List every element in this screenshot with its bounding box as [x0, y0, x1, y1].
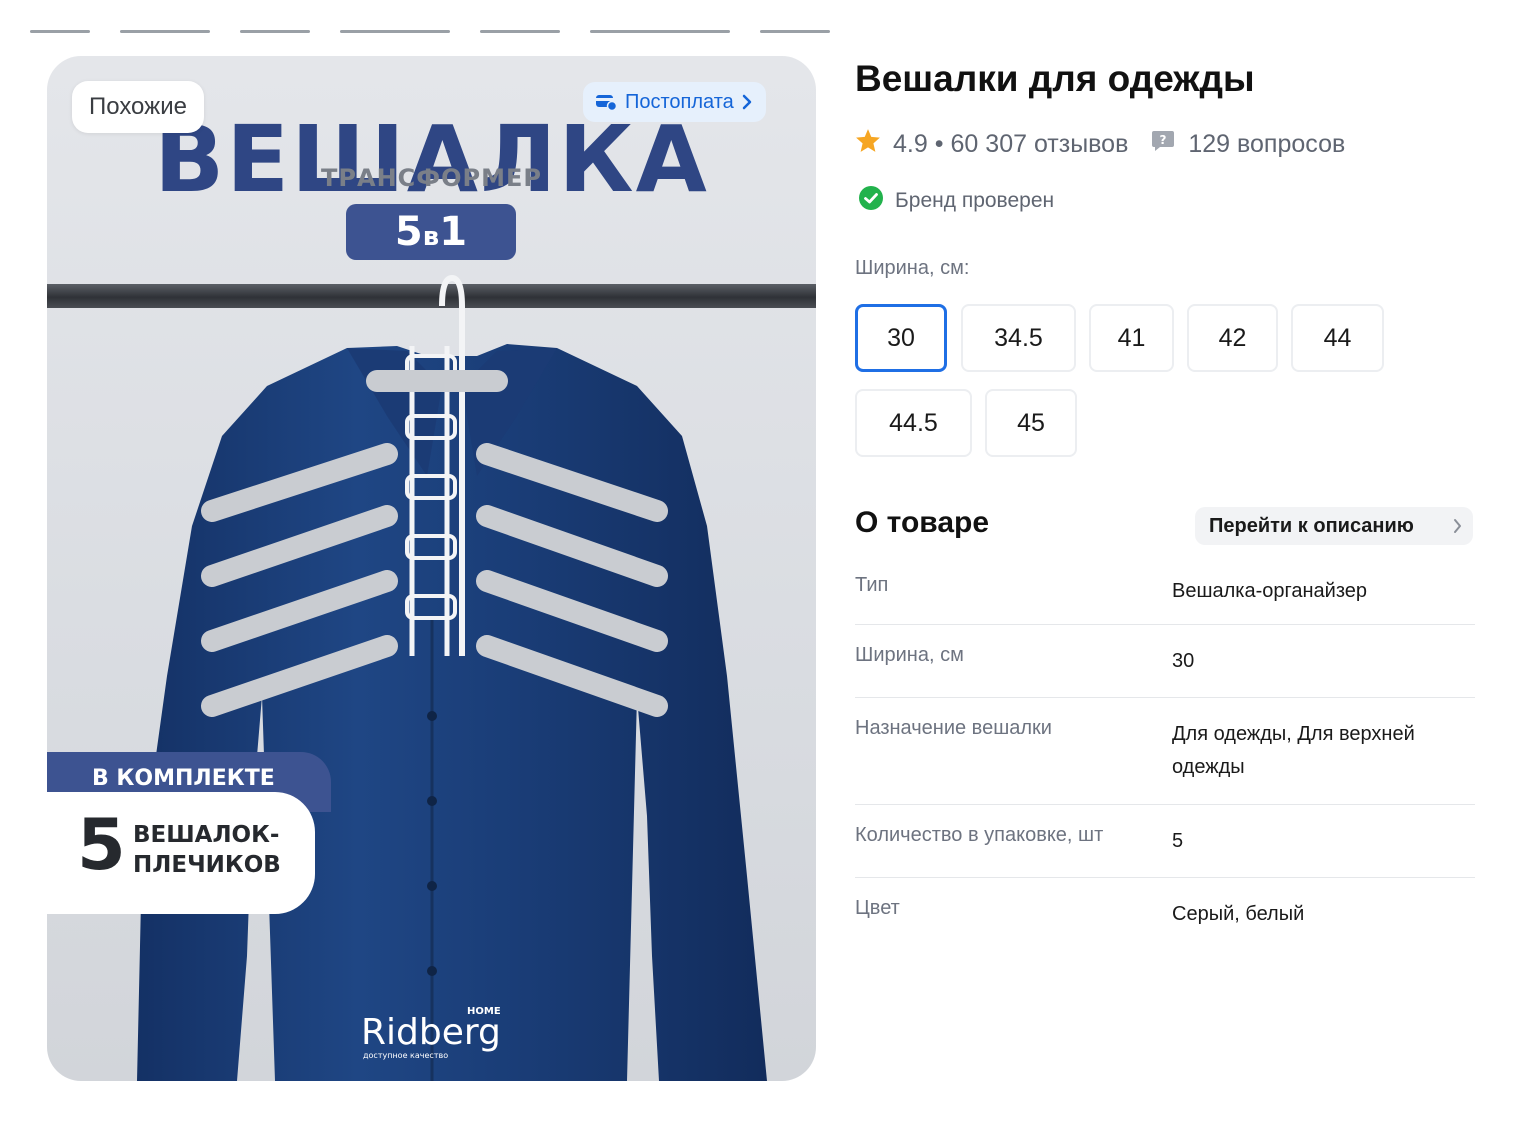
spec-row: Тип Вешалка-органайзер	[855, 555, 1475, 625]
about-heading: О товаре	[855, 506, 990, 539]
set-card: 5 ВЕШАЛОК- ПЛЕЧИКОВ	[47, 792, 315, 914]
spec-key: Тип	[855, 574, 889, 596]
product-title: Вешалки для одежды	[855, 58, 1255, 99]
size-option-42[interactable]: 42	[1187, 304, 1278, 372]
size-option-41[interactable]: 41	[1089, 304, 1174, 372]
size-option-30[interactable]: 30	[855, 304, 947, 372]
reviews-link[interactable]: 60 307 отзывов	[951, 130, 1129, 159]
width-label: Ширина, см:	[855, 257, 970, 279]
spec-row: Цвет Серый, белый	[855, 878, 1475, 950]
check-circle-icon	[858, 185, 884, 217]
postpay-badge[interactable]: Постоплата	[583, 82, 766, 122]
specs-table: Тип Вешалка-органайзер Ширина, см 30 Наз…	[855, 555, 1475, 950]
questions-link[interactable]: 129 вопросов	[1188, 130, 1345, 159]
card-icon	[595, 93, 617, 111]
brand-verified-label: Бренд проверен	[895, 189, 1055, 212]
spec-value: Серый, белый	[1172, 903, 1305, 925]
spec-key: Назначение вешалки	[855, 717, 1052, 739]
spec-row: Ширина, см 30	[855, 625, 1475, 698]
goto-description-button[interactable]: Перейти к описанию	[1195, 507, 1473, 545]
spec-value: 5	[1172, 830, 1184, 852]
shirt-hanger-illustration	[137, 274, 767, 1081]
size-option-34-5[interactable]: 34.5	[961, 304, 1076, 372]
similar-button[interactable]: Похожие	[72, 81, 204, 133]
brand-verified: Бренд проверен	[858, 185, 1054, 217]
spec-key: Ширина, см	[855, 644, 964, 666]
chevron-right-icon	[1453, 507, 1463, 558]
rating-row: 4.9 • 60 307 отзывов ? 129 вопросов	[855, 128, 1345, 160]
spec-row: Назначение вешалки Для одежды, Для верхн…	[855, 698, 1475, 805]
chevron-right-icon	[742, 94, 752, 110]
spec-value: Вешалка-органайзер	[1172, 580, 1368, 602]
question-bubble-icon: ?	[1150, 129, 1176, 160]
postpay-label: Постоплата	[625, 91, 734, 113]
rating-separator: •	[934, 129, 944, 158]
size-option-44-5[interactable]: 44.5	[855, 389, 972, 457]
breadcrumb	[30, 22, 850, 36]
spec-value: 30	[1172, 650, 1195, 672]
spec-key: Количество в упаковке, шт	[855, 824, 1104, 846]
spec-value: Для одежды, Для верхней одежды	[1172, 723, 1415, 778]
rating-value: 4.9	[893, 129, 928, 158]
spec-key: Цвет	[855, 897, 900, 919]
size-option-45[interactable]: 45	[985, 389, 1077, 457]
star-icon	[855, 128, 881, 160]
size-option-44[interactable]: 44	[1291, 304, 1384, 372]
goto-description-label: Перейти к описанию	[1209, 515, 1414, 537]
spec-row: Количество в упаковке, шт 5	[855, 805, 1475, 878]
svg-text:?: ?	[1160, 133, 1167, 147]
product-image[interactable]: ВЕШАЛКА ТРАНСФОРМЕР 5в1 В КОМПЛЕКТЕ 5 ВЕ…	[47, 56, 816, 1081]
